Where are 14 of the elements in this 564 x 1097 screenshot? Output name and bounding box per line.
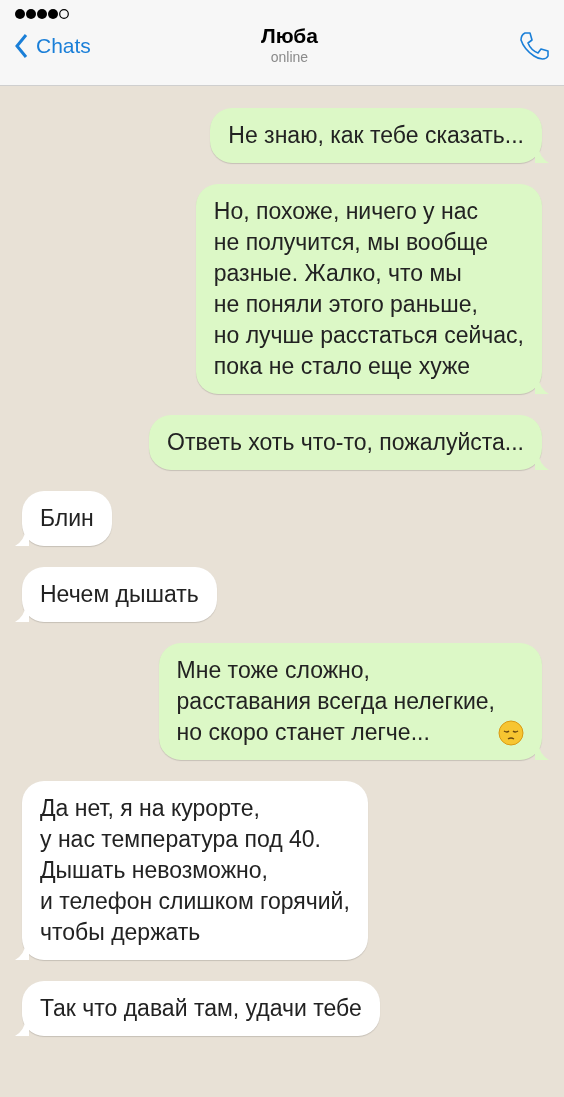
signal-icon — [14, 8, 70, 20]
message-text: Не знаю, как тебе сказать... — [228, 121, 524, 150]
contact-name: Люба — [260, 24, 318, 48]
message-text: Ответь хоть что-то, пожалуйста... — [167, 428, 524, 457]
message-text: Так что давай там, удачи тебе — [40, 994, 362, 1023]
contact-status: online — [269, 48, 310, 68]
message-text: Да нет, я на курорте, у нас температура под 40. Дышать невозможно, и телефон слишком горячий, чтобы держать — [40, 794, 350, 947]
chevron-left-icon — [14, 33, 28, 60]
phone-icon[interactable] — [518, 30, 550, 63]
message-text: Блин — [40, 504, 94, 533]
back-button[interactable]: Chats — [14, 30, 91, 62]
message-text: Нечем дышать — [40, 580, 199, 609]
message-text: Но, похоже, ничего у нас не получится, мы вообще разные. Жалко, что мы не поняли этого раньше, но лучше расстаться сейчас, пока не стало еще хуже — [213, 197, 524, 381]
message-text: Мне тоже сложно, расставания всегда нелегкие, но скоро станет легче... — [176, 656, 495, 747]
